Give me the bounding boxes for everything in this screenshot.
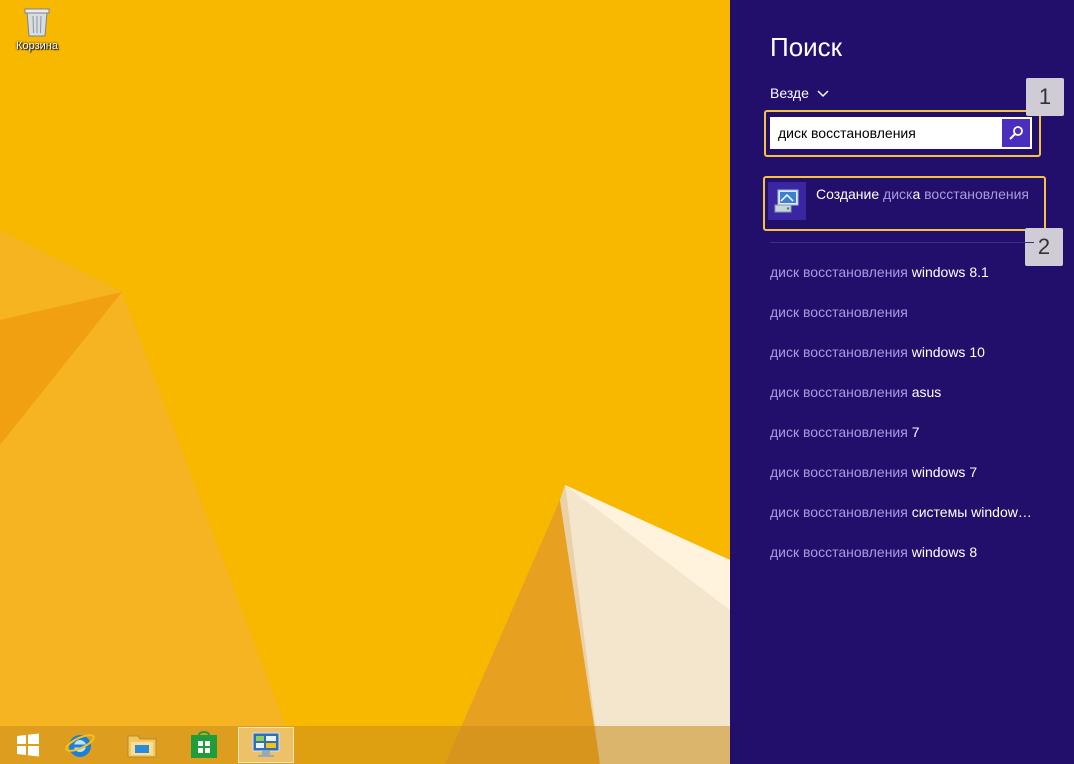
search-result-item[interactable]: Создание диска восстановления xyxy=(768,180,1038,224)
callout-2: 2 xyxy=(1025,228,1063,266)
recycle-bin-icon xyxy=(22,4,52,38)
suggestion-query: диск восстановления xyxy=(770,384,908,400)
divider xyxy=(770,242,1034,243)
search-pane: Поиск Везде 1 Создание дис xyxy=(730,0,1074,764)
suggestion-completion: windows 8.1 xyxy=(907,264,989,280)
suggestion-item[interactable]: диск восстановления 7 xyxy=(770,424,1040,464)
suggestion-item[interactable]: диск восстановления windows 7 xyxy=(770,464,1040,504)
suggestion-completion: windows 8 xyxy=(907,544,978,560)
windows-logo-icon xyxy=(17,733,39,757)
taskbar xyxy=(0,726,730,764)
result-text-match: диск xyxy=(883,186,913,202)
suggestion-item[interactable]: диск восстановления системы window… xyxy=(770,504,1040,544)
suggestion-item[interactable]: диск восстановления windows 10 xyxy=(770,344,1040,384)
search-pane-title: Поиск xyxy=(770,32,843,62)
suggestion-query: диск восстановления xyxy=(770,464,908,480)
internet-explorer-button[interactable] xyxy=(52,727,108,763)
search-scope-dropdown[interactable]: Везде xyxy=(770,85,829,101)
search-button[interactable] xyxy=(1002,119,1030,147)
suggestion-query: диск восстановления xyxy=(770,504,908,520)
wallpaper xyxy=(0,0,730,764)
callout-1: 1 xyxy=(1026,78,1064,116)
search-input[interactable] xyxy=(770,117,1004,149)
file-explorer-button[interactable] xyxy=(114,727,170,763)
result-text-part: Создание xyxy=(816,186,884,202)
suggestion-query: диск восстановления xyxy=(770,424,908,440)
control-panel-icon xyxy=(252,732,280,757)
search-result-label: Создание диска восстановления xyxy=(816,186,1029,202)
search-suggestions: диск восстановления windows 8.1 диск вос… xyxy=(770,264,1040,584)
recycle-bin[interactable]: Корзина xyxy=(6,4,68,52)
store-icon xyxy=(191,731,217,758)
suggestion-completion: asus xyxy=(907,384,942,400)
start-button[interactable] xyxy=(0,727,56,763)
search-icon xyxy=(1009,126,1023,140)
control-panel-button[interactable] xyxy=(238,727,294,763)
suggestion-item[interactable]: диск восстановления xyxy=(770,304,1040,344)
suggestion-query: диск восстановления xyxy=(770,264,908,280)
suggestion-query: диск восстановления xyxy=(770,304,908,320)
search-box xyxy=(770,117,1032,149)
result-text-part: а xyxy=(912,186,925,202)
suggestion-completion: windows 7 xyxy=(907,464,978,480)
recovery-drive-icon xyxy=(768,182,806,220)
suggestion-item[interactable]: диск восстановления windows 8 xyxy=(770,544,1040,584)
suggestion-completion: системы window… xyxy=(907,504,1032,520)
folder-icon xyxy=(127,735,157,758)
suggestion-completion: windows 10 xyxy=(907,344,985,360)
desktop: Корзина xyxy=(0,0,730,764)
chevron-down-icon xyxy=(817,90,829,98)
suggestion-completion: 7 xyxy=(907,424,920,440)
search-scope-label: Везде xyxy=(770,85,809,101)
result-text-match: восстановления xyxy=(924,186,1029,202)
recycle-bin-label: Корзина xyxy=(16,40,58,52)
suggestion-query: диск восстановления xyxy=(770,544,908,560)
suggestion-item[interactable]: диск восстановления windows 8.1 xyxy=(770,264,1040,304)
suggestion-item[interactable]: диск восстановления asus xyxy=(770,384,1040,424)
suggestion-query: диск восстановления xyxy=(770,344,908,360)
ie-icon xyxy=(65,734,95,757)
store-button[interactable] xyxy=(176,727,232,763)
